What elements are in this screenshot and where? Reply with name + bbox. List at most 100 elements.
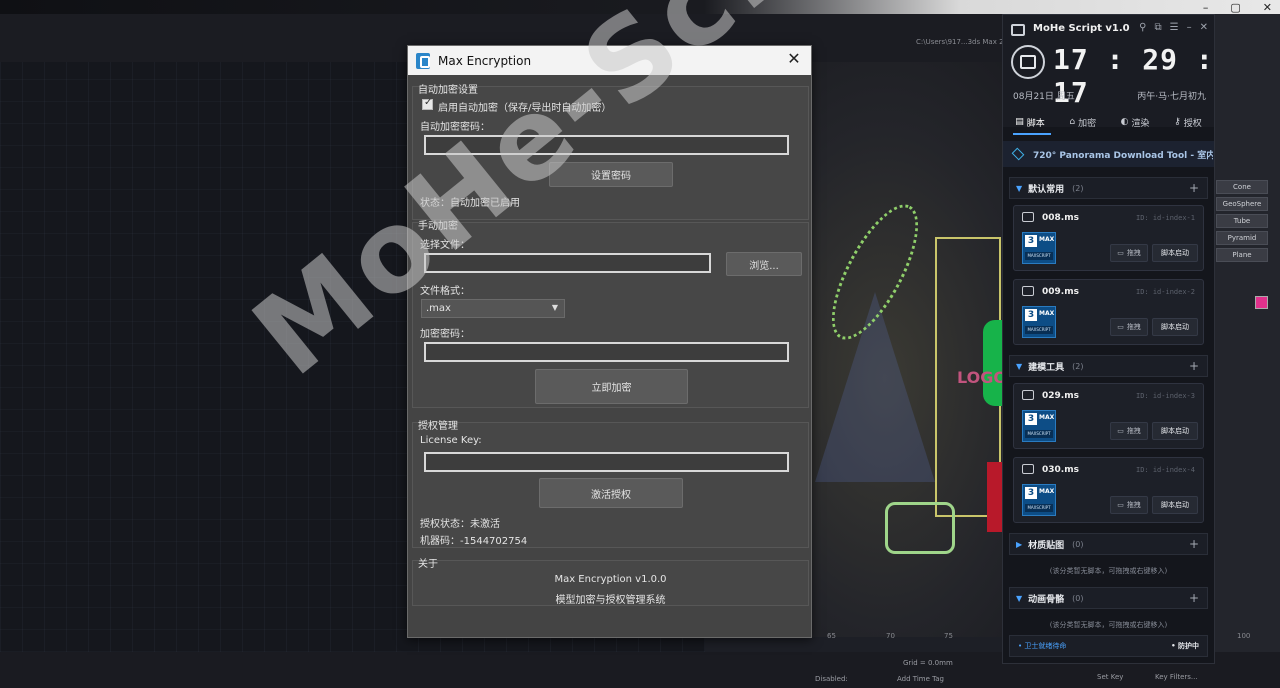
format-select[interactable]: .max ▼	[421, 299, 565, 318]
add-icon[interactable]: +	[1189, 359, 1199, 373]
minimize-icon[interactable]: –	[1203, 1, 1209, 14]
auto-encrypt-checkbox-label: 启用自动加密（保存/导出时自动加密）	[438, 103, 612, 114]
shape-tube-button[interactable]: Tube	[1216, 214, 1268, 228]
mohe-logo-icon	[1011, 24, 1025, 36]
shape-pyramid-button[interactable]: Pyramid	[1216, 231, 1268, 245]
auto-password-label: 自动加密密码：	[420, 122, 490, 133]
category-count: (2)	[1072, 361, 1084, 371]
active-tab-indicator	[1013, 133, 1051, 135]
folder-icon: ▭	[1117, 501, 1124, 509]
drag-button[interactable]: ▭ 拖拽	[1110, 422, 1148, 440]
mohe-script-panel: MoHe Script v1.0 ⚲ ⧉ ☰ – ✕ 17 : 29 : 17 …	[1002, 14, 1215, 664]
about-title: 关于	[418, 559, 438, 570]
project-path: C:\Users\917...3ds Max 20	[916, 38, 1008, 46]
chevron-down-icon: ▼	[1016, 593, 1023, 603]
max-encryption-dialog: Max Encryption ✕ 自动加密设置 启用自动加密（保存/导出时自动加…	[407, 45, 812, 638]
empty-category-hint: (该分类暂无脚本，可拖拽或右键移入)	[1049, 621, 1168, 629]
ruler-tick: 65	[827, 632, 836, 640]
tab-license[interactable]: ⚷ 授权	[1174, 116, 1202, 129]
tab-scripts[interactable]: ▤ 脚本	[1015, 116, 1045, 129]
featured-tool-banner[interactable]: 720° Panorama Download Tool - 室内设	[1003, 141, 1214, 167]
app-icon	[416, 52, 430, 69]
mohe-window-controls: ⚲ ⧉ ☰ – ✕	[1139, 22, 1208, 33]
ruler-tick: 100	[1237, 632, 1251, 640]
add-icon[interactable]: +	[1189, 181, 1199, 195]
add-time-tag-button[interactable]: Add Time Tag	[897, 675, 944, 683]
browse-button[interactable]: 浏览...	[726, 252, 802, 276]
key-icon: ⚷	[1174, 117, 1181, 127]
window-controls: – ▢ ✕	[1203, 0, 1272, 14]
command-panel	[1214, 14, 1280, 654]
mohe-tabs: ▤ 脚本 ⌂ 加密 ◐ 渲染 ⚷ 授权	[1003, 111, 1214, 133]
featured-tool-label: 720° Panorama Download Tool - 室内设	[1033, 150, 1213, 161]
format-label: 文件格式：	[420, 286, 470, 297]
scene-logo-text: LOGO	[957, 368, 1005, 387]
add-icon[interactable]: +	[1189, 591, 1199, 605]
dialog-title-bar[interactable]: Max Encryption ✕	[408, 46, 811, 75]
menu-icon[interactable]: ☰	[1170, 22, 1179, 33]
drag-button[interactable]: ▭ 拖拽	[1110, 496, 1148, 514]
encrypt-password-input[interactable]	[424, 342, 789, 362]
object-color-swatch[interactable]	[1255, 296, 1268, 309]
shape-plane-button[interactable]: Plane	[1216, 248, 1268, 262]
diamond-icon	[1011, 147, 1025, 161]
auto-encrypt-checkbox[interactable]	[422, 97, 433, 110]
pin-icon[interactable]: ⚲	[1139, 22, 1146, 33]
add-icon[interactable]: +	[1189, 537, 1199, 551]
auto-encrypt-title: 自动加密设置	[418, 85, 478, 96]
script-id: ID: id-index-2	[1135, 288, 1195, 296]
chevron-down-icon: ▼	[551, 303, 558, 312]
tab-render[interactable]: ◐ 渲染	[1121, 116, 1150, 129]
link-icon[interactable]: ⧉	[1155, 22, 1162, 33]
close-icon[interactable]: ✕	[784, 49, 804, 69]
close-icon[interactable]: ✕	[1200, 22, 1208, 33]
category-default[interactable]: ▼ 默认常用 (2) +	[1009, 177, 1208, 199]
category-materials[interactable]: ▶ 材质贴图 (0) +	[1009, 533, 1208, 555]
script-id: ID: id-index-4	[1135, 466, 1195, 474]
script-id: ID: id-index-3	[1135, 392, 1195, 400]
category-label: 材质贴图	[1028, 540, 1065, 551]
category-modeling[interactable]: ▼ 建模工具 (2) +	[1009, 355, 1208, 377]
run-script-button[interactable]: 脚本启动	[1152, 244, 1198, 262]
close-window-icon[interactable]: ✕	[1263, 1, 1272, 14]
run-script-button[interactable]: 脚本启动	[1152, 496, 1198, 514]
drag-button[interactable]: ▭ 拖拽	[1110, 318, 1148, 336]
license-title: 授权管理	[418, 421, 458, 432]
activate-license-button[interactable]: 激活授权	[539, 478, 683, 508]
set-key-button[interactable]: Set Key	[1097, 673, 1123, 681]
ruler-tick: 70	[886, 632, 895, 640]
category-animation[interactable]: ▼ 动画骨骼 (0) +	[1009, 587, 1208, 609]
shape-cone-button[interactable]: Cone	[1216, 180, 1268, 194]
chevron-right-icon: ▶	[1016, 539, 1023, 549]
clock-date: 08月21日 周五	[1013, 92, 1075, 102]
minimize-icon[interactable]: –	[1187, 22, 1192, 33]
manual-encrypt-title: 手动加密	[418, 221, 458, 232]
license-key-input[interactable]	[424, 452, 789, 472]
script-id: ID: id-index-1	[1135, 214, 1195, 222]
script-name: 008.ms	[1042, 213, 1079, 223]
drag-button[interactable]: ▭ 拖拽	[1110, 244, 1148, 262]
script-name: 009.ms	[1042, 287, 1079, 297]
encrypt-now-button[interactable]: 立即加密	[535, 369, 688, 404]
category-label: 动画骨骼	[1028, 594, 1065, 605]
script-card: 029.ms ID: id-index-3 3 MAX MAXSCRIPT ▭ 拖拽 …	[1013, 383, 1204, 449]
chevron-down-icon: ▼	[1016, 183, 1023, 193]
script-icon	[1022, 390, 1034, 400]
maximize-icon[interactable]: ▢	[1230, 1, 1240, 14]
category-count: (2)	[1072, 183, 1084, 193]
scene-chair	[885, 502, 955, 554]
set-password-button[interactable]: 设置密码	[549, 162, 673, 187]
shape-geosphere-button[interactable]: GeoSphere	[1216, 197, 1268, 211]
ruler-tick: 75	[944, 632, 953, 640]
maxscript-logo: 3 MAX MAXSCRIPT	[1022, 306, 1056, 338]
file-path-input[interactable]	[424, 253, 711, 273]
tab-encrypt[interactable]: ⌂ 加密	[1069, 116, 1096, 129]
maxscript-logo: 3 MAX MAXSCRIPT	[1022, 484, 1056, 516]
encrypt-icon: ⌂	[1069, 117, 1076, 127]
key-filters-button[interactable]: Key Filters...	[1155, 673, 1198, 681]
run-script-button[interactable]: 脚本启动	[1152, 422, 1198, 440]
run-script-button[interactable]: 脚本启动	[1152, 318, 1198, 336]
auto-password-input[interactable]	[424, 135, 789, 155]
disabled-label: Disabled:	[815, 675, 848, 683]
scripts-icon: ▤	[1015, 117, 1024, 127]
